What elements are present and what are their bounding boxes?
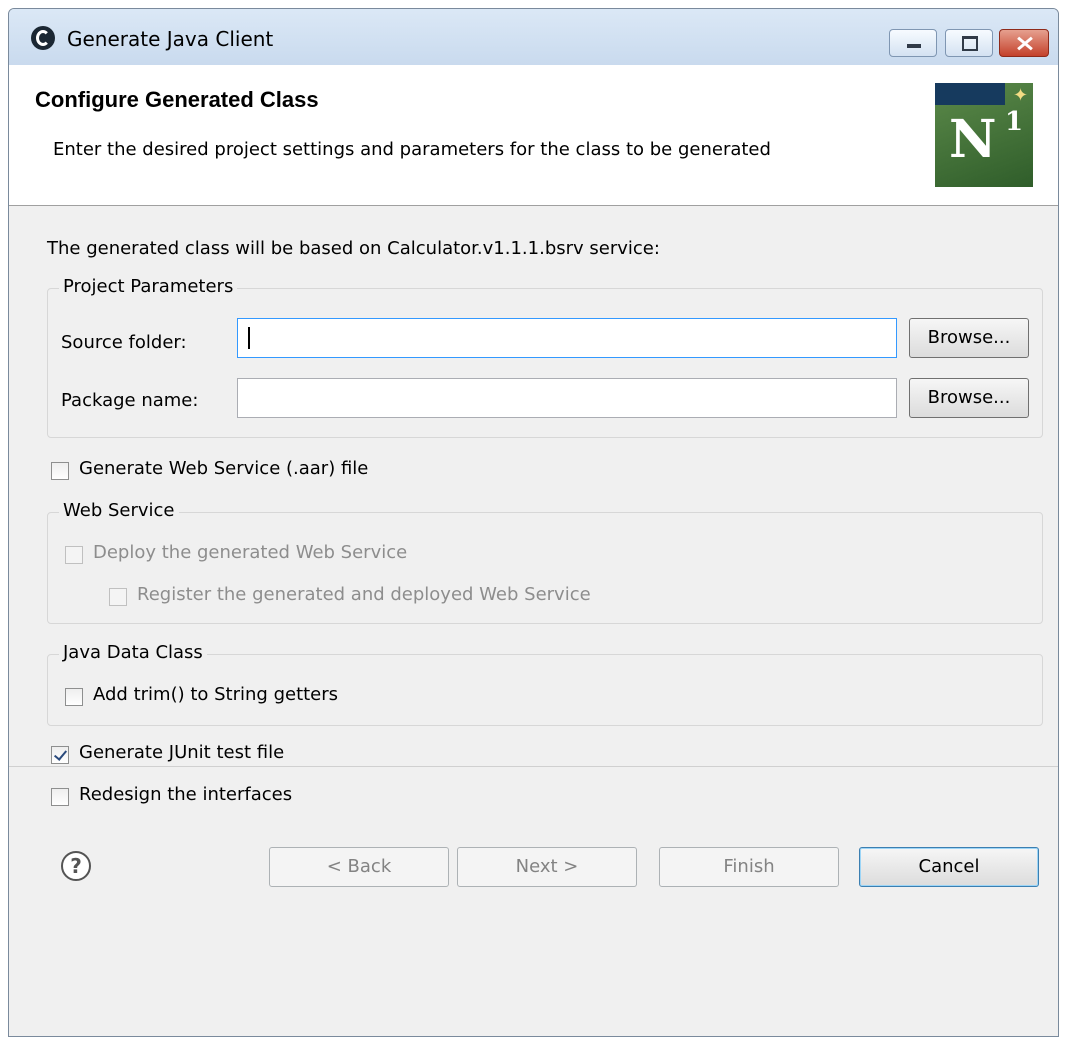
register-web-service-label[interactable]: Register the generated and deployed Web …	[137, 584, 591, 605]
title-bar[interactable]: Generate Java Client	[9, 9, 1058, 66]
web-service-legend: Web Service	[59, 500, 179, 521]
finish-button[interactable]: Finish	[659, 847, 839, 887]
generate-java-client-dialog: Generate Java Client Configure Generated…	[8, 8, 1059, 1037]
maximize-button[interactable]	[945, 29, 993, 57]
logo-superscript: 1	[1005, 107, 1024, 137]
generate-web-service-checkbox[interactable]	[51, 462, 69, 480]
wizard-header: Configure Generated Class Enter the desi…	[9, 65, 1058, 206]
java-data-class-legend: Java Data Class	[59, 642, 207, 663]
help-icon[interactable]: ?	[61, 851, 91, 881]
source-folder-browse-button[interactable]: Browse...	[909, 318, 1029, 358]
add-trim-label[interactable]: Add trim() to String getters	[93, 684, 338, 705]
back-button[interactable]: < Back	[269, 847, 449, 887]
page-description: Enter the desired project settings and p…	[53, 139, 771, 160]
web-service-group	[47, 512, 1043, 624]
next-button[interactable]: Next >	[457, 847, 637, 887]
page-title: Configure Generated Class	[35, 87, 319, 112]
window-title: Generate Java Client	[67, 27, 274, 51]
intro-text: The generated class will be based on Cal…	[47, 238, 660, 259]
package-name-label: Package name:	[61, 390, 199, 411]
register-web-service-checkbox[interactable]	[109, 588, 127, 606]
source-folder-input[interactable]	[237, 318, 897, 358]
generate-junit-checkbox[interactable]	[51, 746, 69, 764]
source-folder-label: Source folder:	[61, 332, 187, 353]
logo-letter: N	[949, 109, 997, 170]
minimize-button[interactable]	[889, 29, 937, 57]
deploy-web-service-label[interactable]: Deploy the generated Web Service	[93, 542, 407, 563]
project-parameters-legend: Project Parameters	[59, 276, 238, 297]
sparkle-icon: ✦	[1013, 85, 1029, 106]
n1-logo-icon: N 1 ✦	[935, 83, 1033, 187]
text-caret	[248, 327, 250, 349]
wizard-content: The generated class will be based on Cal…	[9, 206, 1058, 766]
app-icon	[31, 26, 55, 50]
package-name-browse-button[interactable]: Browse...	[909, 378, 1029, 418]
deploy-web-service-checkbox[interactable]	[65, 546, 83, 564]
close-button[interactable]	[999, 29, 1049, 57]
generate-junit-label[interactable]: Generate JUnit test file	[79, 742, 284, 763]
add-trim-checkbox[interactable]	[65, 688, 83, 706]
generate-web-service-label[interactable]: Generate Web Service (.aar) file	[79, 458, 368, 479]
cancel-button[interactable]: Cancel	[859, 847, 1039, 887]
wizard-footer: ? < Back Next > Finish Cancel	[9, 766, 1058, 1036]
package-name-input[interactable]	[237, 378, 897, 418]
